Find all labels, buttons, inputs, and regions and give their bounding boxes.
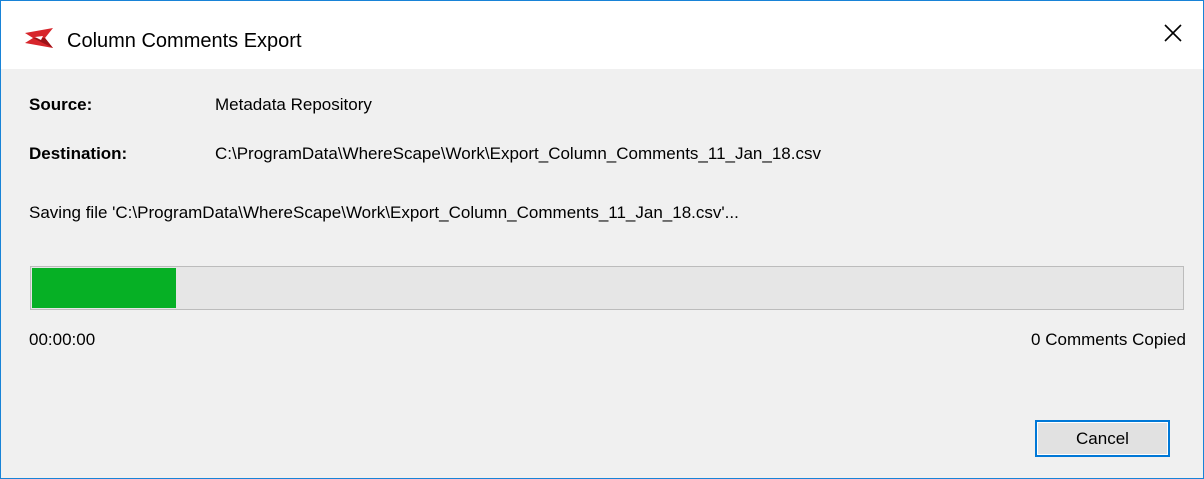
- source-label: Source:: [29, 95, 93, 114]
- window-title: Column Comments Export: [67, 30, 302, 52]
- source-value: Metadata Repository: [215, 95, 372, 114]
- close-button[interactable]: [1143, 1, 1203, 69]
- progress-bar: [30, 266, 1184, 310]
- title-bar[interactable]: Column Comments Export: [1, 1, 1203, 69]
- status-message: Saving file 'C:\ProgramData\WhereScape\W…: [29, 203, 739, 222]
- close-icon: [1163, 23, 1183, 48]
- cancel-button[interactable]: Cancel: [1035, 420, 1170, 457]
- destination-value: C:\ProgramData\WhereScape\Work\Export_Co…: [215, 144, 821, 163]
- wherescape-logo-icon: [23, 27, 57, 49]
- elapsed-time: 00:00:00: [29, 330, 96, 349]
- export-dialog: Column Comments Export Source: Metadata …: [0, 0, 1204, 479]
- comments-copied-count: 0 Comments Copied: [1031, 330, 1186, 349]
- progress-fill: [32, 268, 176, 308]
- destination-label: Destination:: [29, 144, 128, 163]
